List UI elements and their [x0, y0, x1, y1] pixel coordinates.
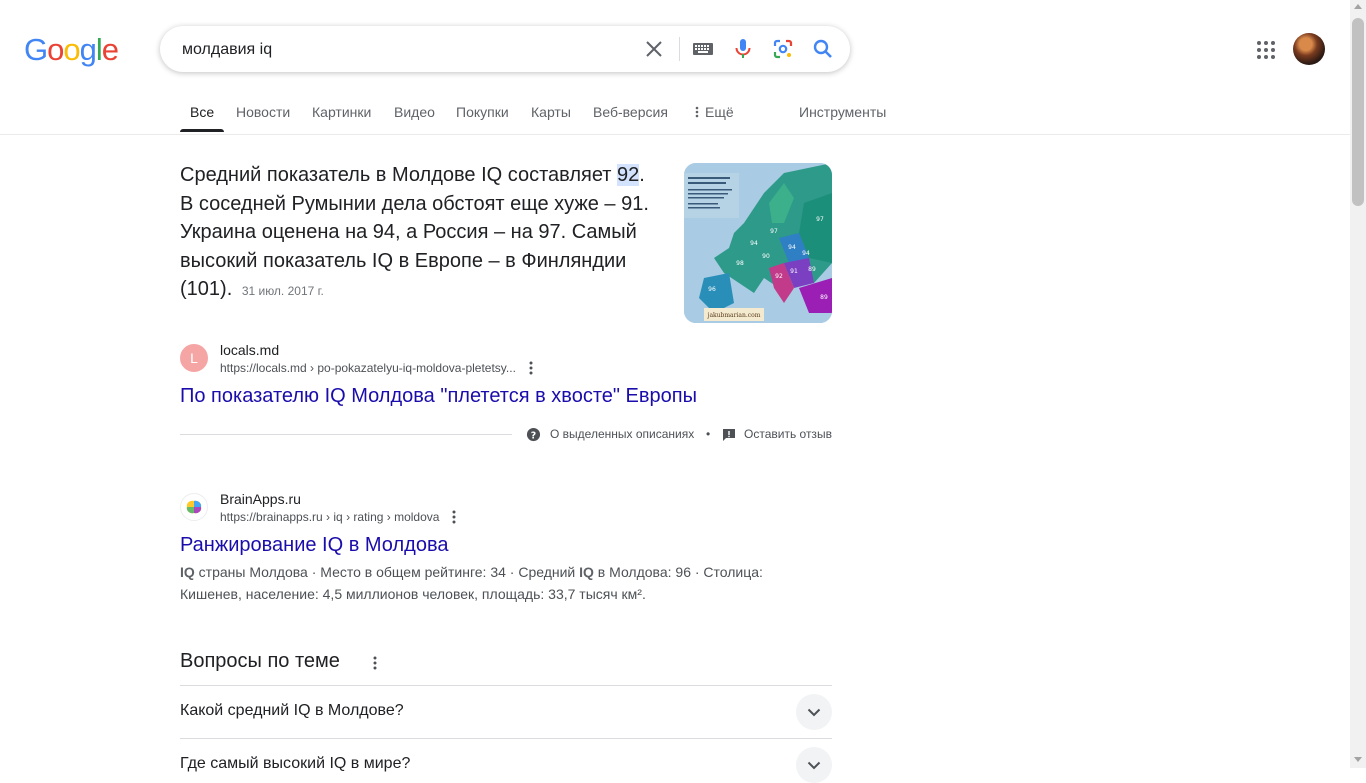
more-options-icon[interactable]: [529, 361, 533, 375]
avatar[interactable]: [1293, 33, 1325, 65]
map-label: 89: [808, 266, 816, 273]
search-input[interactable]: [180, 38, 624, 62]
leave-feedback-link[interactable]: Оставить отзыв: [744, 427, 832, 441]
map-label: 91: [790, 268, 798, 275]
map-label: 94: [788, 244, 796, 251]
site-favicon[interactable]: L: [180, 344, 208, 372]
brain-icon: [186, 500, 202, 514]
desc-bold: IQ: [579, 564, 594, 580]
search-icon[interactable]: [811, 37, 835, 61]
active-tab-indicator: [180, 129, 224, 132]
desc-bold: IQ: [180, 564, 195, 580]
divider: [180, 434, 512, 435]
paa-heading: Вопросы по теме: [180, 650, 340, 672]
logo-letter: G: [24, 32, 48, 67]
result-site-name[interactable]: locals.md: [220, 342, 279, 358]
logo-letter: o: [47, 32, 64, 67]
map-label: 94: [750, 240, 758, 247]
map-label: 96: [708, 286, 716, 293]
result-title-link[interactable]: По показателю IQ Молдова "плетется в хво…: [180, 385, 697, 408]
tab-shopping[interactable]: Покупки: [456, 104, 509, 120]
snippet-text: Средний показатель в Молдове IQ составля…: [180, 164, 618, 186]
keyboard-icon[interactable]: [691, 37, 715, 61]
more-vert-icon: [695, 106, 699, 118]
tab-more[interactable]: Ещё: [695, 104, 734, 120]
favicon-letter: L: [190, 350, 198, 366]
feedback-separator: •: [706, 427, 711, 441]
feedback-icon[interactable]: [722, 428, 736, 442]
page-scrollbar[interactable]: [1350, 0, 1366, 768]
scroll-up-arrow[interactable]: [1354, 4, 1362, 9]
tab-more-label: Ещё: [705, 104, 734, 120]
scroll-down-arrow[interactable]: [1354, 757, 1362, 762]
snippet-date: 31 июл. 2017 г.: [241, 284, 324, 298]
result-description: IQ страны Молдова · Место в общем рейтин…: [180, 561, 800, 605]
about-snippets-link[interactable]: О выделенных описаниях: [550, 427, 694, 441]
tab-news[interactable]: Новости: [236, 104, 290, 120]
chevron-down-icon[interactable]: [796, 694, 832, 730]
clear-icon[interactable]: [642, 37, 666, 61]
search-separator: [679, 37, 680, 61]
tab-videos[interactable]: Видео: [394, 104, 435, 120]
divider: [180, 685, 832, 686]
microphone-icon[interactable]: [731, 37, 755, 61]
europe-iq-map: 97 94 98 90 97 94 91 89 96 92 94 89 jaku…: [684, 163, 832, 323]
map-label: 89: [820, 294, 828, 301]
snippet-image[interactable]: 97 94 98 90 97 94 91 89 96 92 94 89 jaku…: [684, 163, 832, 323]
google-logo[interactable]: Google: [24, 32, 119, 67]
result-url[interactable]: https://brainapps.ru › iq › rating › mol…: [220, 510, 439, 524]
featured-snippet: Средний показатель в Молдове IQ составля…: [180, 161, 660, 306]
chevron-down-icon[interactable]: [796, 747, 832, 783]
divider: [180, 738, 832, 739]
snippet-highlight: 92: [617, 164, 640, 186]
paa-question[interactable]: Где самый высокий IQ в мире?: [180, 755, 410, 773]
paa-question[interactable]: Какой средний IQ в Молдове?: [180, 702, 404, 720]
tab-all[interactable]: Все: [190, 104, 214, 120]
map-caption: jakubmarian.com: [707, 312, 761, 319]
map-label: 94: [802, 250, 810, 257]
site-favicon[interactable]: [180, 493, 208, 521]
map-label: 92: [775, 273, 783, 280]
result-url[interactable]: https://locals.md › po-pokazatelyu-iq-mo…: [220, 361, 516, 375]
result-title-link[interactable]: Ранжирование IQ в Молдова: [180, 534, 448, 557]
logo-letter: g: [79, 32, 97, 67]
search-box: [160, 26, 850, 72]
logo-letter: e: [101, 32, 119, 67]
map-label: 97: [816, 216, 824, 223]
desc-text: страны Молдова · Место в общем рейтинге:…: [194, 564, 580, 580]
result-site-name[interactable]: BrainApps.ru: [220, 491, 301, 507]
map-label: 97: [770, 228, 778, 235]
scroll-thumb[interactable]: [1352, 18, 1364, 206]
map-label: 90: [762, 253, 770, 260]
logo-letter: o: [63, 32, 80, 67]
more-options-icon[interactable]: [452, 510, 456, 524]
more-options-icon[interactable]: [373, 656, 377, 670]
tab-web[interactable]: Веб-версия: [593, 104, 668, 120]
help-icon[interactable]: ?: [526, 427, 541, 442]
search-tabs: Все Новости Картинки Видео Покупки Карты…: [0, 90, 1350, 135]
tab-tools[interactable]: Инструменты: [799, 104, 886, 120]
lens-icon[interactable]: [771, 37, 795, 61]
tab-images[interactable]: Картинки: [312, 104, 371, 120]
tab-maps[interactable]: Карты: [531, 104, 571, 120]
apps-grid-icon[interactable]: [1254, 38, 1278, 62]
map-label: 98: [736, 260, 744, 267]
svg-text:?: ?: [531, 430, 536, 441]
